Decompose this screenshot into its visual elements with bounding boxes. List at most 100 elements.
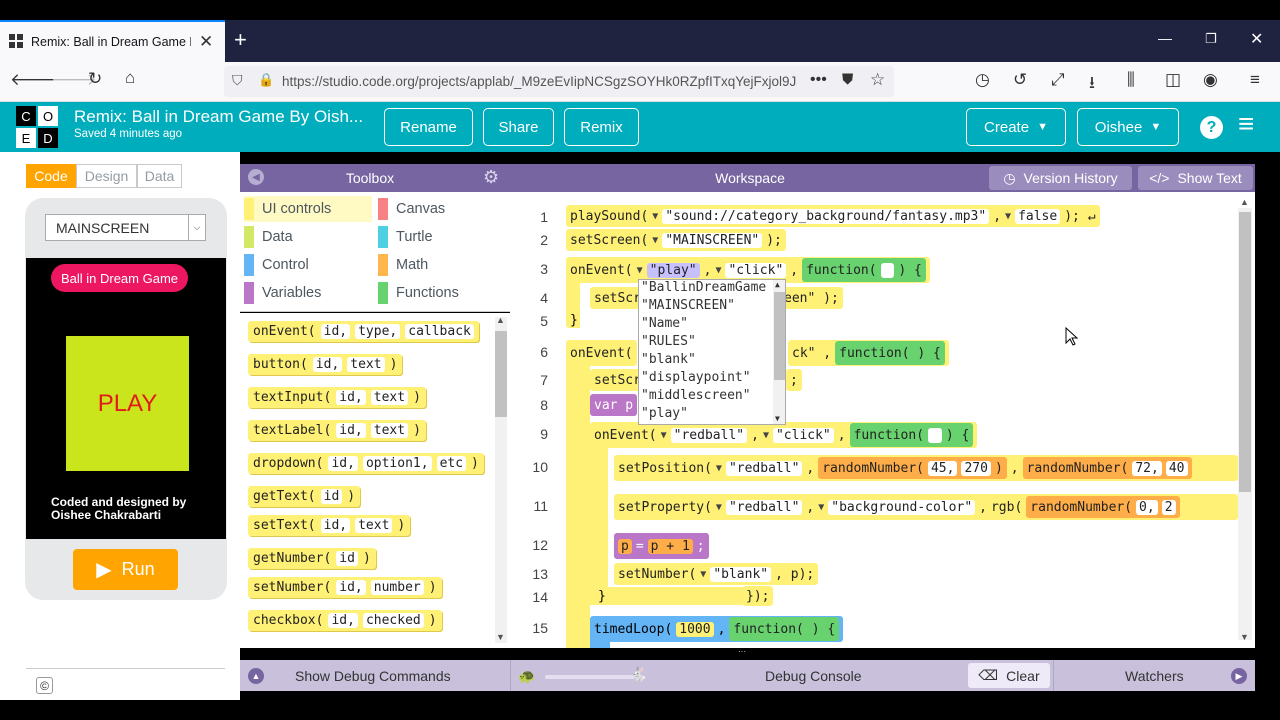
code-arg[interactable]: "play" bbox=[646, 262, 700, 278]
remix-button[interactable]: Remix bbox=[564, 108, 639, 146]
scroll-down-icon[interactable]: ▼ bbox=[496, 632, 505, 642]
code-arg[interactable]: 2 bbox=[1161, 499, 1176, 515]
code-arg[interactable]: 45, bbox=[927, 460, 958, 476]
copyright-button[interactable]: © bbox=[36, 677, 53, 694]
select-chevron-icon[interactable]: ⌵ bbox=[188, 215, 205, 240]
window-close-icon[interactable]: ✕ bbox=[1250, 29, 1263, 49]
scroll-up-icon[interactable]: ▲ bbox=[775, 280, 780, 289]
palette-scroll-thumb[interactable] bbox=[495, 331, 507, 417]
dropdown-option[interactable]: "Name" bbox=[639, 316, 785, 334]
code-setScreen-tail[interactable]: een" ); bbox=[780, 287, 843, 309]
code-setScreen-inner[interactable]: setScr bbox=[590, 287, 645, 309]
category-control[interactable]: Control bbox=[244, 252, 309, 278]
code-setProperty[interactable]: setProperty(▼ "redball", ▼ "background-colo… bbox=[614, 494, 1238, 520]
share-button[interactable]: Share bbox=[483, 108, 554, 146]
dropdown-option[interactable]: "RULES" bbox=[639, 334, 785, 352]
fullscreen-icon[interactable]: ⤢ bbox=[1051, 70, 1065, 90]
code-arg[interactable]: "redball" bbox=[725, 499, 803, 515]
block-getNumber[interactable]: getNumber(id) bbox=[248, 548, 376, 569]
show-debug-commands-button[interactable]: Show Debug Commands bbox=[295, 668, 451, 684]
category-data[interactable]: Data bbox=[244, 224, 293, 250]
code-assign-p[interactable]: p = p + 1; bbox=[614, 533, 709, 559]
category-turtle[interactable]: Turtle bbox=[378, 224, 433, 250]
dropdown-arrow-icon[interactable]: ▼ bbox=[652, 235, 658, 246]
shield-icon[interactable]: ⛉ bbox=[232, 72, 243, 89]
block-textInput[interactable]: textInput(id, text) bbox=[248, 387, 426, 408]
dropdown-arrow-icon[interactable]: ▼ bbox=[716, 502, 722, 513]
code-arg[interactable]: "sound://category_background/fantasy.mp3… bbox=[662, 208, 990, 224]
dropdown-arrow-icon[interactable]: ▼ bbox=[652, 211, 658, 222]
minimize-icon[interactable]: — bbox=[1158, 30, 1172, 46]
code-function-block[interactable]: function( ) { bbox=[802, 258, 926, 282]
code-onEvent-2-tail[interactable]: ck" , function( ) { bbox=[788, 340, 949, 366]
block-dropdown[interactable]: dropdown(id, option1, etc) bbox=[248, 453, 484, 474]
rename-button[interactable]: Rename bbox=[384, 108, 473, 146]
sidebar-icon[interactable]: ◫ bbox=[1165, 70, 1181, 90]
code-arg[interactable]: false bbox=[1015, 208, 1061, 224]
browser-tab[interactable]: Remix: Ball in Dream Game By ✕ bbox=[0, 20, 225, 62]
home-icon[interactable]: ⌂ bbox=[125, 68, 135, 88]
dropdown-arrow-icon[interactable]: ▼ bbox=[661, 430, 667, 441]
speed-slider[interactable] bbox=[545, 675, 635, 679]
dropdown-option[interactable]: "displaypoint" bbox=[639, 370, 785, 388]
clear-button[interactable]: ⌫ Clear bbox=[968, 663, 1050, 688]
category-math[interactable]: Math bbox=[378, 252, 428, 278]
scroll-up-icon[interactable]: ▲ bbox=[1240, 197, 1249, 207]
dropdown-arrow-icon[interactable]: ▼ bbox=[763, 430, 769, 441]
dropdown-option[interactable]: "BallinDreamGame bbox=[639, 280, 785, 298]
resize-grip-icon[interactable]: ⋯ bbox=[738, 648, 758, 656]
reload-icon[interactable]: ↻ bbox=[88, 69, 102, 89]
block-button[interactable]: button(id, text) bbox=[248, 354, 403, 375]
tab-close-icon[interactable]: ✕ bbox=[199, 32, 213, 52]
code-randomNumber[interactable]: randomNumber(45, 270) bbox=[818, 457, 1007, 479]
workspace-scroll-thumb[interactable] bbox=[1239, 212, 1251, 492]
run-button[interactable]: ▶ Run bbox=[73, 549, 178, 590]
code-arg[interactable]: 40 bbox=[1165, 460, 1188, 476]
version-history-button[interactable]: ◷ Version History bbox=[989, 166, 1132, 190]
code-function-block[interactable]: function( ) { bbox=[835, 341, 945, 365]
dropdown-arrow-icon[interactable]: ▼ bbox=[1005, 211, 1011, 222]
code-arg[interactable]: 270 bbox=[961, 460, 991, 476]
show-text-button[interactable]: </> Show Text bbox=[1138, 166, 1253, 190]
lock-icon[interactable]: 🔒 bbox=[258, 72, 274, 88]
url-bar[interactable]: ⛉ 🔒 https://studio.code.org/projects/app… bbox=[224, 66, 894, 97]
dropdown-scroll-thumb[interactable] bbox=[774, 292, 785, 380]
expand-watchers-icon[interactable]: ▶ bbox=[1231, 668, 1247, 684]
create-menu-button[interactable]: Create ▼ bbox=[966, 108, 1066, 146]
code-randomNumber[interactable]: randomNumber(72, 40 bbox=[1022, 457, 1192, 479]
hamburger-menu-icon[interactable]: ≡ bbox=[1238, 110, 1254, 138]
code-onEvent-redball[interactable]: onEvent(▼ "redball", ▼ "click", function( ) … bbox=[590, 422, 978, 448]
user-menu-button[interactable]: Oishee ▼ bbox=[1077, 108, 1179, 146]
code-onEvent-2[interactable]: onEvent( bbox=[566, 340, 637, 366]
gear-icon[interactable]: ⚙ bbox=[483, 167, 499, 188]
code-arg[interactable]: "redball" bbox=[670, 427, 748, 443]
mode-code-tab[interactable]: Code bbox=[26, 164, 76, 188]
code-setScreen-2-tail[interactable]: ; bbox=[786, 369, 802, 391]
back-icon[interactable]: 🡐 bbox=[10, 70, 56, 90]
code-arg[interactable]: 0, bbox=[1136, 499, 1158, 515]
scroll-down-icon[interactable]: ▼ bbox=[775, 414, 780, 423]
scroll-up-icon[interactable]: ▲ bbox=[496, 315, 505, 325]
project-title[interactable]: Remix: Ball in Dream Game By Oish... bbox=[74, 107, 363, 127]
page-actions-icon[interactable]: ••• bbox=[810, 71, 827, 89]
code-logo[interactable]: C O E D bbox=[16, 106, 58, 148]
code-var-p[interactable]: var p bbox=[590, 394, 638, 416]
block-checkbox[interactable]: checkbox(id, checked) bbox=[248, 610, 442, 631]
code-playSound[interactable]: playSound(▼ "sound://category_background/… bbox=[566, 205, 1100, 227]
code-arg[interactable]: "blank" bbox=[710, 566, 772, 582]
screen-dropdown-list[interactable]: "BallinDreamGame "MAINSCREEN" "Name" "RU… bbox=[638, 279, 786, 425]
library-icon[interactable]: ⫼ bbox=[1127, 70, 1135, 90]
dropdown-arrow-icon[interactable]: ▼ bbox=[700, 569, 706, 580]
code-arg[interactable]: "click" bbox=[772, 427, 834, 443]
code-arg[interactable]: 72, bbox=[1132, 460, 1162, 476]
dropdown-option[interactable]: "blank" bbox=[639, 352, 785, 370]
code-arg[interactable]: "background-color" bbox=[828, 499, 976, 515]
dropdown-option[interactable]: "middlescreen" bbox=[639, 388, 785, 406]
dropdown-arrow-icon[interactable]: ▼ bbox=[637, 265, 643, 276]
url-text[interactable]: https://studio.code.org/projects/applab/… bbox=[282, 74, 802, 89]
block-getText[interactable]: getText(id) bbox=[248, 486, 361, 507]
account-icon[interactable]: ◉ bbox=[1203, 70, 1218, 90]
new-tab-icon[interactable]: + bbox=[234, 27, 247, 53]
play-button[interactable]: PLAY bbox=[66, 336, 189, 471]
code-setPosition[interactable]: setPosition(▼ "redball", randomNumber(45, 2… bbox=[614, 455, 1238, 481]
